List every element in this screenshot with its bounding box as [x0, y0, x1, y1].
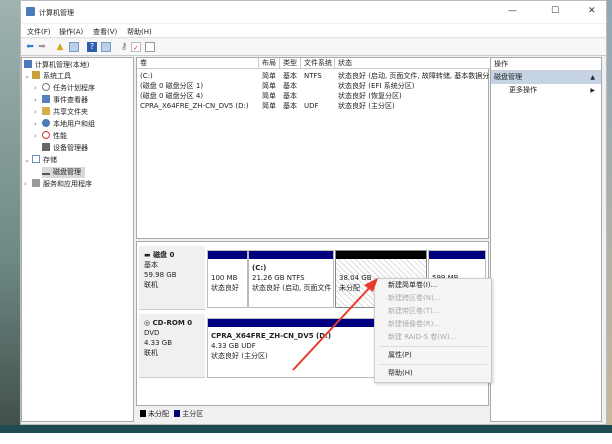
annotation-arrow — [292, 278, 378, 371]
arrow-line — [292, 284, 373, 371]
